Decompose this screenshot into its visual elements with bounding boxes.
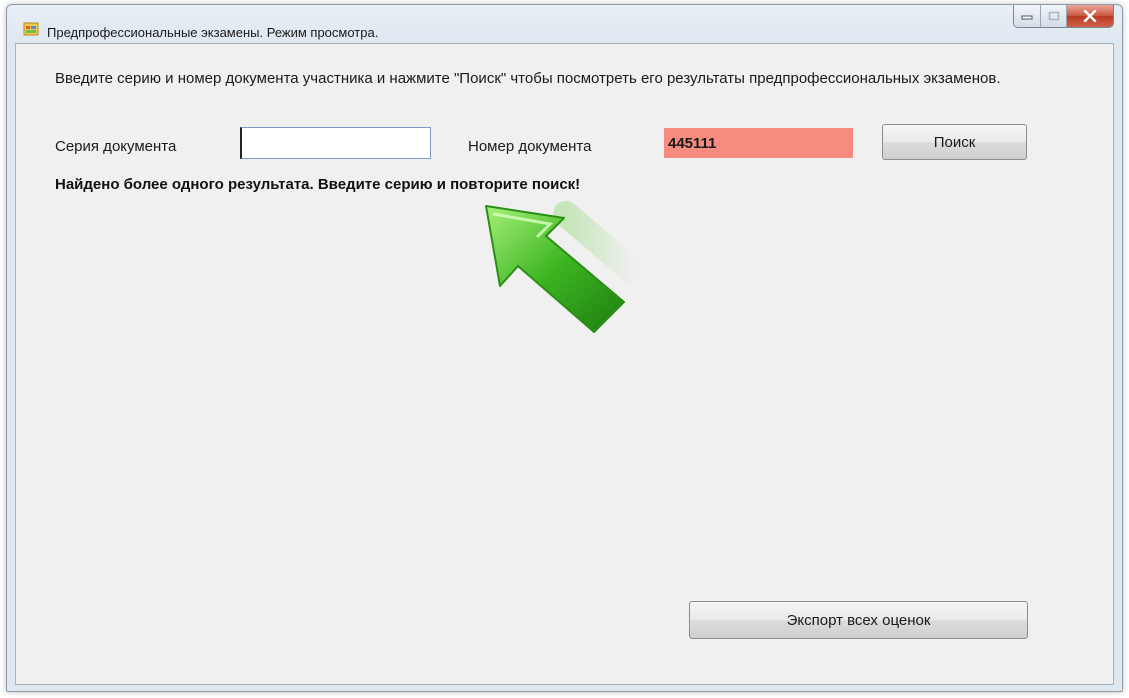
status-message: Найдено более одного результата. Введите… <box>55 176 581 193</box>
number-label: Номер документа <box>468 138 592 155</box>
search-button[interactable]: Поиск <box>882 124 1027 160</box>
client-area: Введите серию и номер документа участник… <box>15 43 1114 685</box>
close-button[interactable] <box>1067 5 1113 27</box>
green-arrow-icon <box>485 201 649 333</box>
minimize-icon <box>1021 15 1033 20</box>
series-input[interactable] <box>240 127 431 159</box>
close-icon <box>1083 10 1097 22</box>
maximize-button[interactable] <box>1041 5 1067 27</box>
instructions-text: Введите серию и номер документа участник… <box>55 70 1001 87</box>
title-bar[interactable]: Предпрофессиональные экзамены. Режим про… <box>7 5 1122 43</box>
series-label: Серия документа <box>55 138 177 155</box>
number-input[interactable] <box>664 128 853 158</box>
app-icon <box>23 22 39 36</box>
window-title: Предпрофессиональные экзамены. Режим про… <box>47 25 379 40</box>
maximize-icon <box>1048 11 1059 21</box>
minimize-button[interactable] <box>1014 5 1041 27</box>
export-all-grades-button[interactable]: Экспорт всех оценок <box>689 601 1028 639</box>
app-window: Предпрофессиональные экзамены. Режим про… <box>6 4 1123 692</box>
caption-buttons <box>1013 5 1114 28</box>
